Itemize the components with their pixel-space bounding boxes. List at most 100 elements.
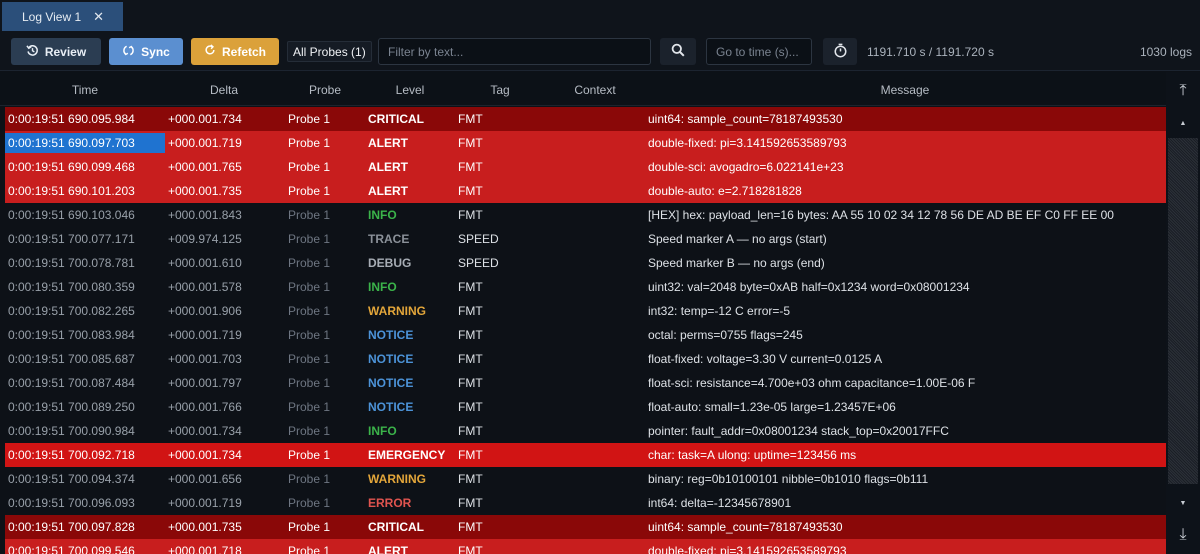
cell-probe: Probe 1	[288, 184, 331, 198]
scroll-down-icon[interactable]: ▼	[1166, 492, 1200, 514]
cell-delta: +000.001.734	[168, 448, 242, 462]
sync-button[interactable]: Sync	[109, 38, 183, 65]
cell-probe: Probe 1	[288, 448, 331, 462]
cell-tag: FMT	[458, 160, 483, 174]
tab-log-view[interactable]: Log View 1 ✕	[2, 2, 123, 31]
cell-tag: FMT	[458, 136, 483, 150]
review-button[interactable]: Review	[11, 38, 101, 65]
column-header-delta[interactable]: Delta	[198, 83, 250, 97]
cell-delta: +000.001.906	[168, 304, 242, 318]
cell-message: uint64: sample_count=78187493530	[648, 112, 843, 126]
table-row[interactable]: 0:00:19:51 690.095.984 +000.001.734 Probe …	[5, 107, 1166, 131]
cell-time: 0:00:19:51 700.077.171	[8, 232, 135, 246]
cell-message: [HEX] hex: payload_len=16 bytes: AA 55 1…	[648, 208, 1114, 222]
cell-level: NOTICE	[368, 352, 414, 366]
cell-probe: Probe 1	[288, 304, 331, 318]
cell-level: WARNING	[368, 304, 426, 318]
table-row[interactable]: 0:00:19:51 700.097.828 +000.001.735 Probe …	[5, 515, 1166, 539]
column-header-time[interactable]: Time	[60, 83, 110, 97]
cell-time: 0:00:19:51 700.087.484	[8, 376, 135, 390]
table-row[interactable]: 0:00:19:51 700.089.250 +000.001.766 Probe …	[5, 395, 1166, 419]
cell-delta: +000.001.610	[168, 256, 242, 270]
cell-tag: FMT	[458, 520, 483, 534]
cell-time: 0:00:19:51 700.080.359	[8, 280, 135, 294]
cell-message: float-fixed: voltage=3.30 V current=0.01…	[648, 352, 883, 366]
cell-delta: +000.001.765	[168, 160, 242, 174]
cell-delta: +000.001.797	[168, 376, 242, 390]
cell-message: int64: delta=-12345678901	[648, 496, 792, 510]
scrollbar-track[interactable]	[1168, 138, 1198, 484]
cell-time: 0:00:19:51 700.097.828	[8, 520, 135, 534]
table-row[interactable]: 0:00:19:51 700.092.718 +000.001.734 Probe …	[5, 443, 1166, 467]
table-row[interactable]: 0:00:19:51 700.077.171 +009.974.125 Probe …	[5, 227, 1166, 251]
scroll-to-top-icon[interactable]: ⤒	[1166, 80, 1200, 102]
tab-strip: Log View 1 ✕	[0, 0, 1200, 31]
cell-delta: +000.001.734	[168, 112, 242, 126]
cell-level: CRITICAL	[368, 520, 424, 534]
table-row[interactable]: 0:00:19:51 700.083.984 +000.001.719 Probe …	[5, 323, 1166, 347]
cell-delta: +000.001.719	[168, 328, 242, 342]
toolbar: Review Sync Refetch All Probes (1) 1191.…	[0, 31, 1200, 71]
table-row[interactable]: 0:00:19:51 700.085.687 +000.001.703 Probe …	[5, 347, 1166, 371]
cell-delta: +000.001.703	[168, 352, 242, 366]
stopwatch-button[interactable]	[823, 38, 857, 65]
filter-input[interactable]	[378, 38, 651, 65]
cell-tag: FMT	[458, 304, 483, 318]
column-header-message[interactable]: Message	[870, 83, 940, 97]
cell-delta: +000.001.656	[168, 472, 242, 486]
cell-probe: Probe 1	[288, 232, 331, 246]
cell-level: ALERT	[368, 544, 408, 554]
table-row[interactable]: 0:00:19:51 690.097.703 +000.001.719 Probe …	[5, 131, 1166, 155]
table-row[interactable]: 0:00:19:51 700.099.546 +000.001.718 Probe …	[5, 539, 1166, 554]
cell-time: 0:00:19:51 700.094.374	[8, 472, 135, 486]
cell-time: 0:00:19:51 700.099.546	[8, 544, 135, 554]
cell-message: binary: reg=0b10100101 nibble=0b1010 fla…	[648, 472, 929, 486]
cell-level: TRACE	[368, 232, 410, 246]
review-label: Review	[44, 44, 87, 59]
cell-delta: +000.001.735	[168, 520, 242, 534]
search-button[interactable]	[660, 38, 696, 65]
table-row[interactable]: 0:00:19:51 690.099.468 +000.001.765 Probe …	[5, 155, 1166, 179]
table-row[interactable]: 0:00:19:51 700.082.265 +000.001.906 Probe …	[5, 299, 1166, 323]
tab-title: Log View 1	[22, 9, 82, 24]
cell-time: 0:00:19:51 700.078.781	[8, 256, 135, 270]
history-icon	[26, 44, 39, 60]
column-header-context[interactable]: Context	[565, 83, 625, 97]
cell-tag: FMT	[458, 424, 483, 438]
table-row[interactable]: 0:00:19:51 700.080.359 +000.001.578 Probe …	[5, 275, 1166, 299]
table-row[interactable]: 0:00:19:51 700.087.484 +000.001.797 Probe …	[5, 371, 1166, 395]
column-header-tag[interactable]: Tag	[475, 83, 525, 97]
refetch-button[interactable]: Refetch	[191, 38, 279, 65]
cell-probe: Probe 1	[288, 520, 331, 534]
cell-message: double-sci: avogadro=6.022141e+23	[648, 160, 844, 174]
cell-delta: +000.001.578	[168, 280, 242, 294]
probe-selector[interactable]: All Probes (1)	[287, 41, 372, 62]
cell-message: uint64: sample_count=78187493530	[648, 520, 843, 534]
column-header-probe[interactable]: Probe	[300, 83, 350, 97]
cell-message: int32: temp=-12 C error=-5	[648, 304, 791, 318]
scroll-to-bottom-icon[interactable]: ⤓	[1166, 524, 1200, 546]
table-row[interactable]: 0:00:19:51 700.078.781 +000.001.610 Probe …	[5, 251, 1166, 275]
cell-time: 0:00:19:51 700.083.984	[8, 328, 135, 342]
column-header-level[interactable]: Level	[385, 83, 435, 97]
cell-probe: Probe 1	[288, 400, 331, 414]
close-icon[interactable]: ✕	[93, 9, 104, 25]
table-row[interactable]: 0:00:19:51 700.094.374 +000.001.656 Probe …	[5, 467, 1166, 491]
cell-delta: +000.001.735	[168, 184, 242, 198]
cell-tag: SPEED	[458, 256, 499, 270]
scroll-up-icon[interactable]: ▲	[1166, 112, 1200, 134]
cell-level: ALERT	[368, 184, 408, 198]
cell-delta: +009.974.125	[168, 232, 242, 246]
cell-time: 0:00:19:51 700.089.250	[8, 400, 135, 414]
cell-probe: Probe 1	[288, 544, 331, 554]
goto-time-input[interactable]	[706, 38, 812, 65]
table-row[interactable]: 0:00:19:51 700.090.984 +000.001.734 Probe …	[5, 419, 1166, 443]
cell-level: WARNING	[368, 472, 426, 486]
cell-tag: FMT	[458, 400, 483, 414]
cell-probe: Probe 1	[288, 328, 331, 342]
cell-message: Speed marker A — no args (start)	[648, 232, 827, 246]
table-row[interactable]: 0:00:19:51 690.101.203 +000.001.735 Probe …	[5, 179, 1166, 203]
table-row[interactable]: 0:00:19:51 690.103.046 +000.001.843 Probe …	[5, 203, 1166, 227]
table-row[interactable]: 0:00:19:51 700.096.093 +000.001.719 Probe …	[5, 491, 1166, 515]
cell-probe: Probe 1	[288, 208, 331, 222]
